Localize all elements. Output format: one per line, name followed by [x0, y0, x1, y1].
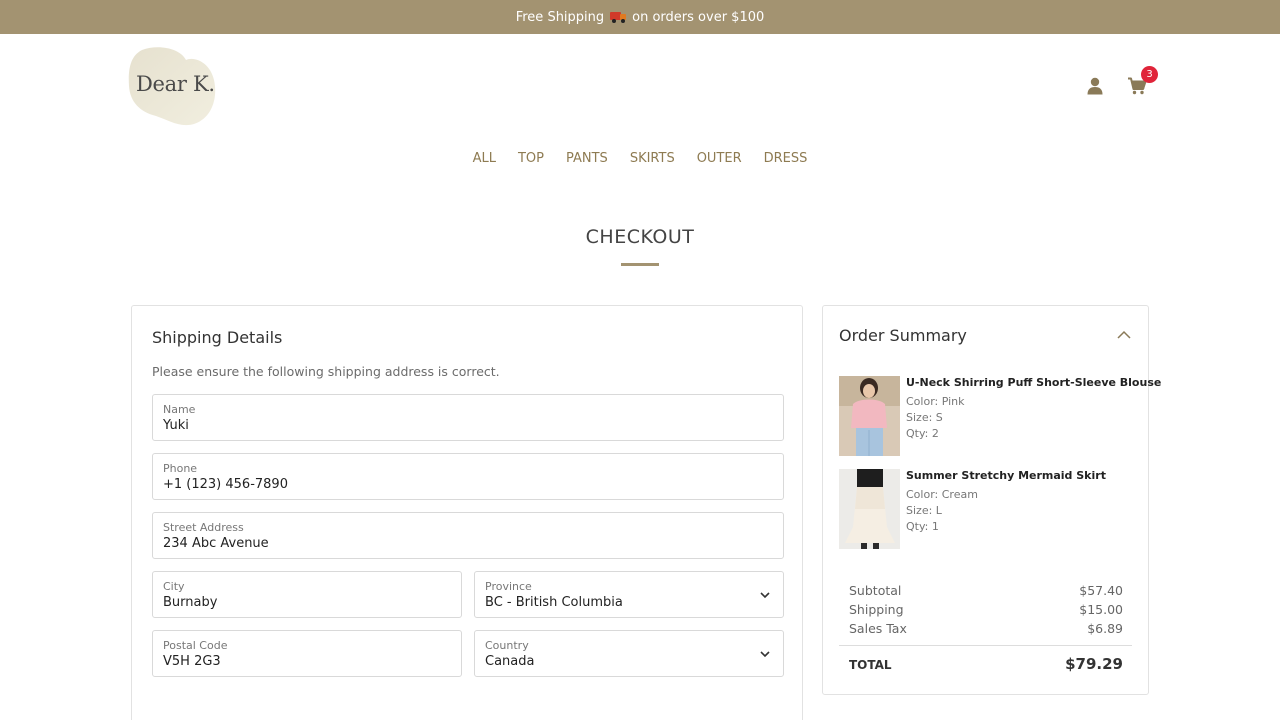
free-shipping-banner: Free Shipping on orders over $100 [0, 0, 1280, 34]
total-label: TOTAL [849, 658, 892, 672]
order-summary-card: Order Summary U-Neck Shirring Puff Short… [822, 305, 1161, 695]
subtotal-label: Subtotal [849, 583, 902, 598]
page-title: CHECKOUT [585, 226, 695, 248]
country-label: Country [485, 639, 529, 652]
nav-item-pants[interactable]: PANTS [566, 151, 608, 166]
postal-code-value: V5H 2G3 [163, 654, 221, 669]
country-select[interactable]: Country Canada [474, 630, 784, 677]
province-value: BC - British Columbia [485, 595, 623, 610]
province-label: Province [485, 580, 532, 593]
phone-label: Phone [163, 462, 198, 475]
postal-code-label: Postal Code [163, 639, 228, 652]
shipping-heading: Shipping Details [152, 328, 283, 347]
chevron-down-icon [760, 651, 770, 658]
banner-text-start: Free Shipping [515, 9, 605, 25]
subtotal-row: Subtotal $57.40 [849, 583, 1123, 598]
nav-item-all[interactable]: ALL [473, 151, 496, 166]
shipping-details-card: Shipping Details Please ensure the follo… [131, 305, 803, 720]
item-name: Summer Stretchy Mermaid Skirt [906, 469, 1106, 482]
nav-item-outer[interactable]: OUTER [697, 151, 742, 166]
order-item[interactable]: Summer Stretchy Mermaid Skirt Color: Cre… [839, 469, 1139, 549]
phone-field[interactable]: Phone +1 (123) 456-7890 [152, 453, 784, 500]
province-select[interactable]: Province BC - British Columbia [474, 571, 784, 618]
name-label: Name [163, 403, 196, 416]
shipping-cost-value: $15.00 [1079, 602, 1123, 617]
item-color: Color: Pink [906, 395, 965, 408]
delivery-truck-icon [610, 11, 627, 23]
product-image-skirt [839, 469, 900, 549]
chevron-down-icon [760, 592, 770, 599]
city-field[interactable]: City Burnaby [152, 571, 462, 618]
item-name: U-Neck Shirring Puff Short-Sleeve Blouse [906, 376, 1162, 389]
item-quantity: Qty: 2 [906, 427, 939, 440]
shipping-note: Please ensure the following shipping add… [152, 364, 500, 379]
item-size: Size: S [906, 411, 943, 424]
total-value: $79.29 [1065, 655, 1123, 673]
street-address-value: 234 Abc Avenue [163, 536, 269, 551]
name-value: Yuki [163, 418, 189, 433]
item-color: Color: Cream [906, 488, 978, 501]
item-quantity: Qty: 1 [906, 520, 939, 533]
postal-code-field[interactable]: Postal Code V5H 2G3 [152, 630, 462, 677]
order-summary-heading: Order Summary [839, 326, 967, 345]
street-address-field[interactable]: Street Address 234 Abc Avenue [152, 512, 784, 559]
grand-total-row: TOTAL $79.29 [849, 655, 1123, 673]
product-image-blouse [839, 376, 900, 456]
nav-item-top[interactable]: TOP [518, 151, 544, 166]
brand-logo[interactable]: Dear K. [128, 46, 216, 126]
totals-divider [839, 645, 1132, 646]
nav-item-dress[interactable]: DRESS [764, 151, 808, 166]
user-icon [1087, 77, 1103, 95]
country-value: Canada [485, 654, 535, 669]
street-address-label: Street Address [163, 521, 244, 534]
phone-value: +1 (123) 456-7890 [163, 477, 288, 492]
banner-text-end: on orders over $100 [632, 9, 765, 25]
user-account-button[interactable] [1083, 74, 1107, 98]
shipping-cost-label: Shipping [849, 602, 904, 617]
chevron-up-icon[interactable] [1117, 330, 1131, 340]
sales-tax-label: Sales Tax [849, 621, 907, 636]
city-value: Burnaby [163, 595, 218, 610]
title-underline [621, 263, 659, 266]
order-item[interactable]: U-Neck Shirring Puff Short-Sleeve Blouse… [839, 376, 1161, 456]
sales-tax-value: $6.89 [1087, 621, 1123, 636]
subtotal-value: $57.40 [1079, 583, 1123, 598]
logo-text: Dear K. [136, 72, 215, 96]
cart-count-badge: 3 [1141, 66, 1158, 83]
shipping-row: Shipping $15.00 [849, 602, 1123, 617]
name-field[interactable]: Name Yuki [152, 394, 784, 441]
city-label: City [163, 580, 185, 593]
item-size: Size: L [906, 504, 942, 517]
category-nav: ALL TOP PANTS SKIRTS OUTER DRESS [0, 151, 1280, 166]
nav-item-skirts[interactable]: SKIRTS [630, 151, 675, 166]
sales-tax-row: Sales Tax $6.89 [849, 621, 1123, 636]
